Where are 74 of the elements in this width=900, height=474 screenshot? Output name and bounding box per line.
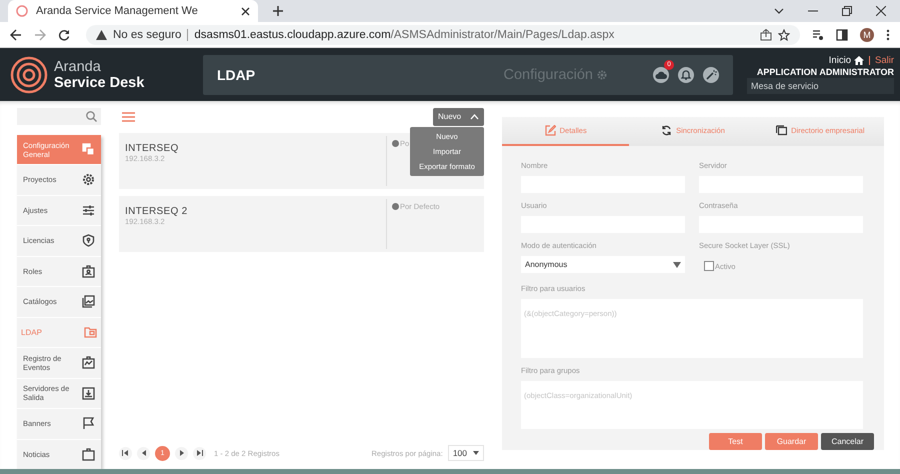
gear-icon (82, 173, 95, 186)
ssl-checkbox[interactable] (704, 261, 714, 271)
address-bar[interactable]: No es seguro dsasms01.eastus.cloudapp.azure.com/ASMSAdministrator/Main/Pages/Ldap.aspx (86, 24, 800, 44)
caret-icon (473, 451, 479, 455)
folder-icon (84, 326, 97, 339)
caret-icon (470, 114, 479, 120)
cloud-icon (655, 70, 667, 80)
flag-icon (82, 417, 95, 430)
menu-icon[interactable] (122, 112, 135, 122)
logo-icon (10, 56, 48, 94)
logo-text: Service Desk (54, 74, 144, 90)
site-icon (16, 5, 28, 17)
home-icon[interactable] (854, 56, 864, 65)
star-icon[interactable] (778, 28, 790, 40)
triangle-right-icon (180, 450, 184, 456)
gear-icon (597, 70, 607, 80)
edit-icon (544, 125, 556, 136)
bell-icon (681, 69, 691, 80)
search-icon (86, 111, 97, 122)
minimize-icon[interactable] (808, 10, 818, 12)
inbox-icon (82, 386, 95, 400)
new-tab-icon[interactable] (272, 5, 284, 17)
cloud-download-button[interactable] (653, 66, 669, 82)
stack-icon (82, 143, 95, 156)
image-icon (82, 295, 95, 308)
logo-text: Aranda (54, 58, 102, 74)
logout-link[interactable]: Salir (874, 55, 894, 66)
case-icon (82, 448, 95, 461)
more-icon[interactable] (886, 28, 890, 40)
reload-icon[interactable] (58, 28, 70, 40)
security-label: No es seguro (113, 28, 182, 40)
close-icon[interactable] (876, 6, 886, 16)
close-icon[interactable] (241, 6, 250, 16)
status-dot-icon (392, 140, 399, 147)
per-page-select[interactable]: 100 (448, 445, 484, 461)
badge-icon (82, 264, 95, 278)
role-selector[interactable]: Mesa de servicio (747, 78, 894, 94)
back-arrow-icon[interactable] (10, 28, 22, 40)
authentication-select[interactable]: Anonymous (521, 256, 685, 273)
playlist-icon[interactable] (812, 28, 824, 40)
triangle-left-icon (142, 450, 146, 456)
folders-icon (776, 125, 788, 136)
server-name: INTERSEQ 2 (125, 206, 188, 217)
chart-icon (82, 356, 95, 370)
previous-page-button[interactable] (137, 446, 150, 460)
browser-tab[interactable]: Aranda Service Management We (8, 0, 258, 22)
shield-icon (82, 234, 95, 248)
status-dot-icon (392, 203, 399, 210)
last-page-button[interactable] (193, 446, 206, 460)
restore-icon[interactable] (842, 6, 852, 16)
new-dropdown-button[interactable]: Nuevo (433, 108, 484, 126)
user-name: APPLICATION ADMINISTRATOR (756, 67, 894, 77)
sidebar-icon[interactable] (836, 28, 848, 40)
caret-icon (673, 262, 681, 268)
bell-button[interactable] (678, 66, 694, 82)
sync-icon (661, 125, 672, 136)
tab-title: Aranda Service Management We (36, 5, 199, 17)
warning-icon (96, 30, 107, 40)
share-icon[interactable] (760, 28, 772, 40)
profile-avatar[interactable]: M (860, 28, 874, 42)
last-page-icon (196, 450, 203, 456)
magic-wand-icon (706, 69, 716, 80)
home-link[interactable]: Inicio (828, 55, 851, 66)
server-name: INTERSEQ (125, 143, 180, 154)
chevron-down-icon[interactable] (774, 8, 784, 14)
page-title: LDAP (217, 66, 256, 82)
sliders-icon (82, 204, 95, 217)
next-page-button[interactable] (175, 446, 188, 460)
url-text: dsasms01.eastus.cloudapp.azure.com/ASMSAdministrator/Main/Pages/Ldap.aspx (194, 28, 614, 40)
first-page-icon (122, 450, 129, 456)
first-page-button[interactable] (119, 446, 132, 460)
form-button[interactable]: Cancelar (821, 433, 874, 450)
magic-wand-button[interactable] (703, 66, 719, 82)
search-field[interactable] (17, 108, 101, 125)
